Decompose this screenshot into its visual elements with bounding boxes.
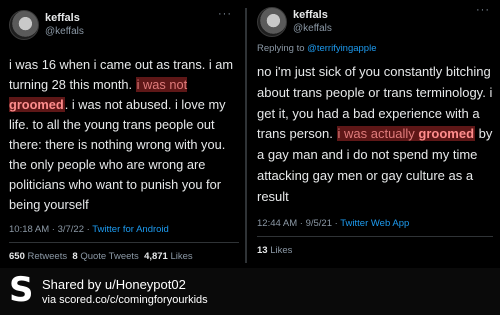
quotes-count[interactable]: 8 bbox=[72, 251, 77, 262]
tweet-left: keffals @keffals ··· i was 16 when i cam… bbox=[0, 0, 245, 268]
timestamp[interactable]: 12:44 AM · 9/5/21 · bbox=[257, 218, 340, 229]
quotes-label[interactable]: Quote Tweets bbox=[80, 251, 138, 262]
source-link[interactable]: Twitter Web App bbox=[340, 218, 409, 229]
share-footer: S Shared by u/Honeypot02 via scored.co/c… bbox=[0, 268, 500, 315]
replying-to: Replying to @terrifyingapple bbox=[257, 43, 377, 54]
likes-label[interactable]: Likes bbox=[270, 245, 292, 256]
display-name[interactable]: keffals bbox=[45, 12, 80, 24]
more-options-icon[interactable]: ··· bbox=[476, 4, 490, 16]
panel-divider bbox=[245, 8, 247, 263]
via-text: via scored.co/c/comingforyourkids bbox=[42, 294, 208, 306]
tweet-meta: 12:44 AM · 9/5/21 · Twitter Web App bbox=[257, 218, 409, 229]
tweet-stats: 13 Likes bbox=[257, 245, 292, 256]
avatar[interactable] bbox=[257, 7, 287, 37]
likes-label[interactable]: Likes bbox=[170, 251, 192, 262]
tweet-text: no i'm just sick of you constantly bitch… bbox=[257, 62, 497, 208]
likes-count[interactable]: 4,871 bbox=[144, 251, 168, 262]
highlight-text: i was actually bbox=[337, 126, 419, 142]
tweet-text-part: . i was not abused. i love my life. to a… bbox=[9, 97, 226, 212]
highlight-text-bold: groomed bbox=[418, 126, 475, 142]
tweet-meta: 10:18 AM · 3/7/22 · Twitter for Android bbox=[9, 224, 169, 235]
display-name[interactable]: keffals bbox=[293, 9, 328, 21]
retweets-label[interactable]: Retweets bbox=[28, 251, 68, 262]
highlight: i was actually groomed bbox=[336, 126, 476, 142]
more-options-icon[interactable]: ··· bbox=[218, 8, 232, 20]
shared-by-text: Shared by u/Honeypot02 bbox=[42, 277, 186, 292]
timestamp[interactable]: 10:18 AM · 3/7/22 · bbox=[9, 224, 92, 235]
highlight-text: i was not bbox=[136, 77, 188, 92]
likes-count[interactable]: 13 bbox=[257, 245, 268, 256]
tweet-text-part: i was 16 when i came out as trans. i am … bbox=[9, 57, 234, 92]
scored-logo-icon: S bbox=[9, 270, 34, 310]
replying-to-link[interactable]: @terrifyingapple bbox=[307, 43, 376, 54]
tweet-text: i was 16 when i came out as trans. i am … bbox=[9, 55, 245, 215]
avatar[interactable] bbox=[9, 10, 39, 40]
source-link[interactable]: Twitter for Android bbox=[92, 224, 169, 235]
user-handle[interactable]: @keffals bbox=[293, 23, 332, 34]
tweet-right: keffals @keffals ··· Replying to @terrif… bbox=[249, 0, 500, 268]
replying-label: Replying to bbox=[257, 43, 308, 54]
divider bbox=[257, 236, 493, 237]
tweet-stats: 650 Retweets 8 Quote Tweets 4,871 Likes bbox=[9, 251, 193, 262]
retweets-count[interactable]: 650 bbox=[9, 251, 25, 262]
highlight-text-bold: groomed bbox=[9, 97, 64, 112]
divider bbox=[9, 242, 239, 243]
user-handle[interactable]: @keffals bbox=[45, 26, 84, 37]
